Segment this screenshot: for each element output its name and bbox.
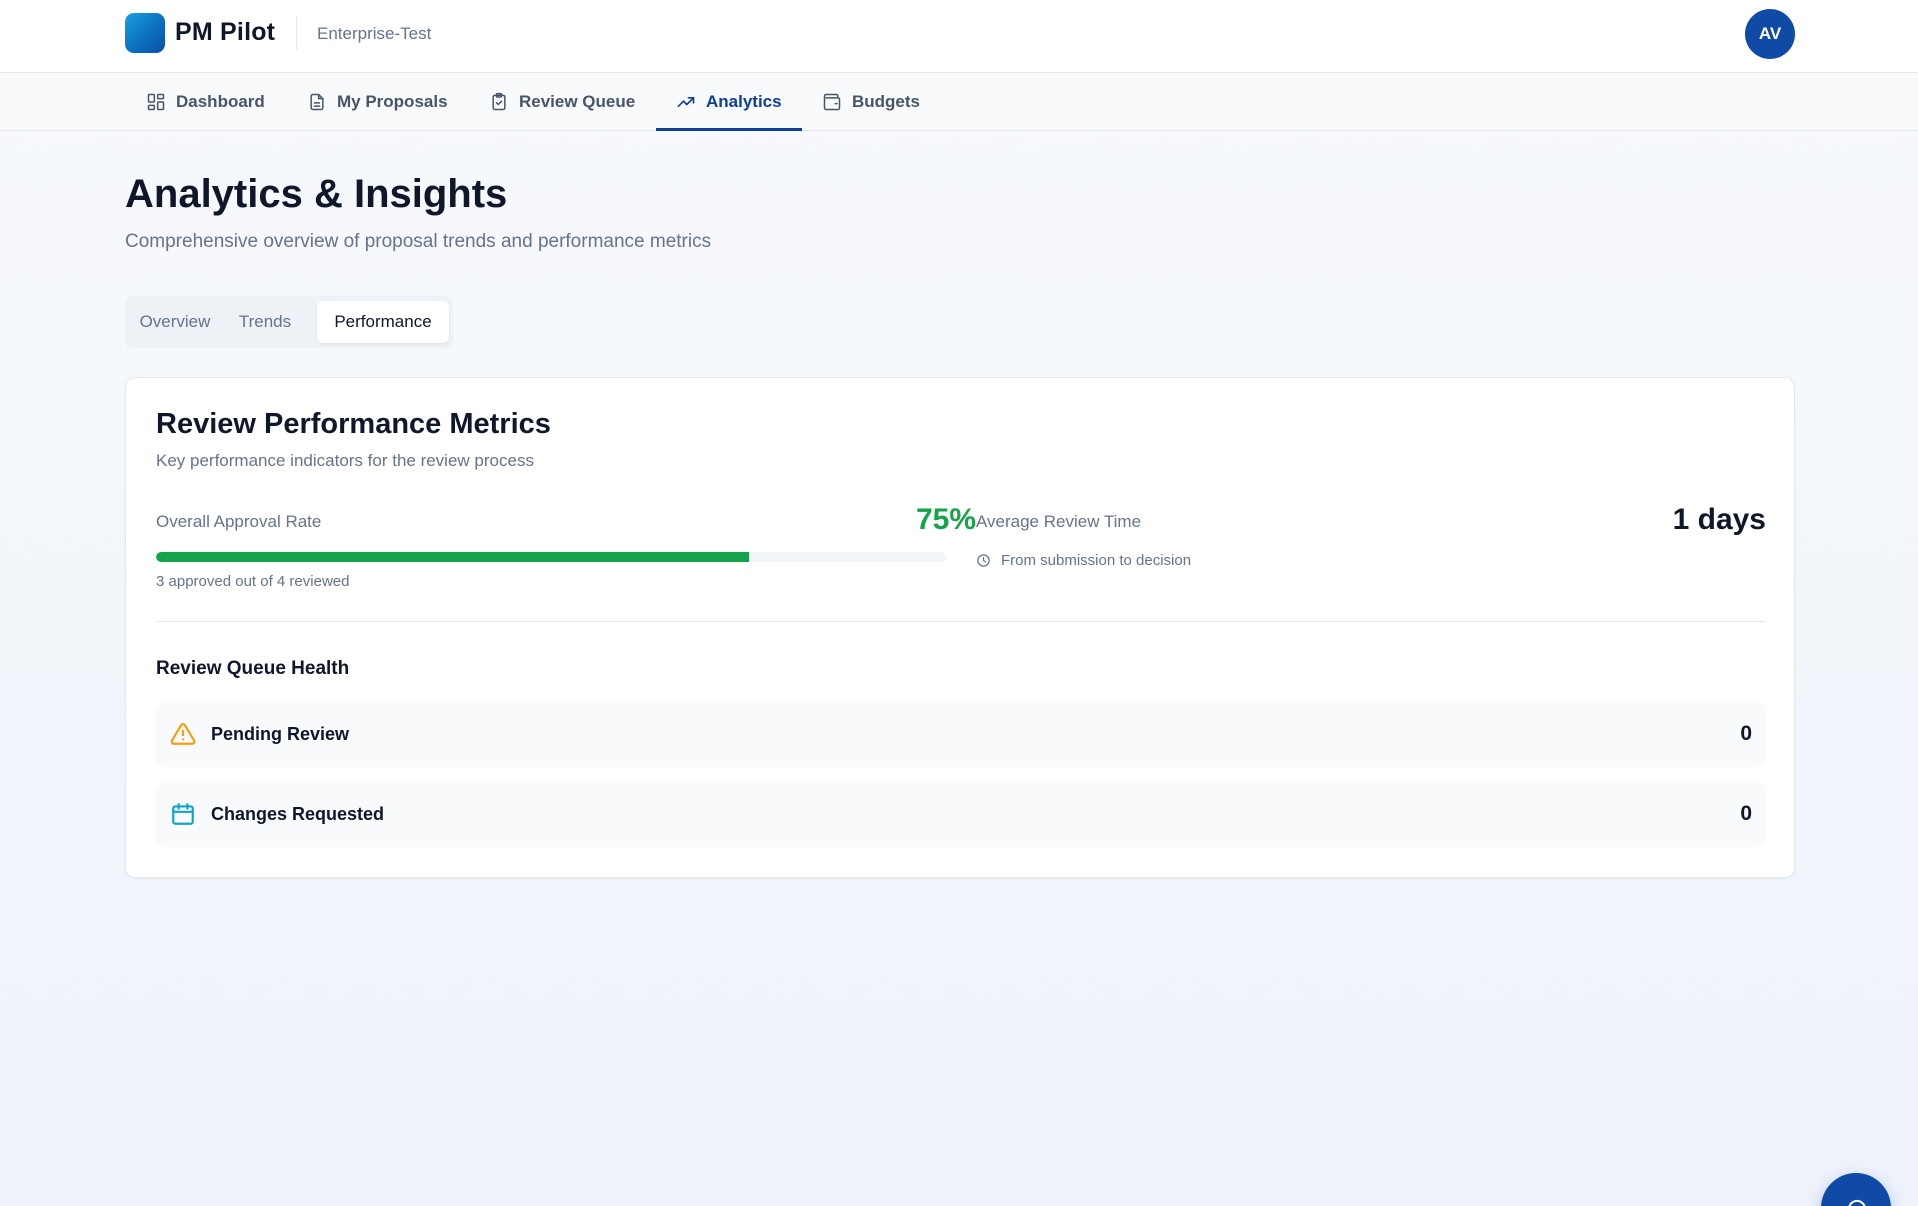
- approval-progress-bar: [156, 552, 946, 562]
- nav-item-review-queue[interactable]: Review Queue: [489, 73, 635, 131]
- performance-card: Review Performance Metrics Key performan…: [125, 377, 1795, 878]
- wallet-icon: [823, 93, 841, 111]
- approval-rate-label: Overall Approval Rate: [156, 512, 322, 531]
- approval-progress-fill: [156, 552, 749, 562]
- card-divider: [156, 621, 1766, 622]
- review-time-note: From submission to decision: [976, 552, 1191, 569]
- chat-fab-button[interactable]: [1821, 1173, 1891, 1206]
- queue-row-pending-review: Pending Review 0: [156, 703, 1766, 767]
- queue-row-count: 0: [1740, 722, 1752, 745]
- nav-item-label: Analytics: [706, 92, 782, 111]
- nav-item-analytics[interactable]: Analytics: [656, 73, 802, 131]
- nav-item-label: Dashboard: [176, 92, 265, 111]
- queue-row-count: 0: [1740, 802, 1752, 825]
- analytics-tabs: Overview Trends Performance: [125, 296, 453, 348]
- app-title[interactable]: PM Pilot: [175, 18, 275, 47]
- nav-item-label: Budgets: [852, 92, 920, 111]
- card-subtitle: Key performance indicators for the revie…: [156, 451, 534, 470]
- clipboard-check-icon: [492, 92, 506, 111]
- nav-item-label: My Proposals: [337, 92, 448, 111]
- review-time-value: 1 days: [1672, 503, 1766, 536]
- approval-note: 3 approved out of 4 reviewed: [156, 573, 350, 590]
- header-divider: [296, 16, 297, 50]
- main-nav: Dashboard My Proposals Review Queue Anal…: [0, 73, 1918, 131]
- queue-row-label: Changes Requested: [211, 804, 385, 824]
- clock-icon: [977, 554, 990, 567]
- nav-item-dashboard[interactable]: Dashboard: [146, 73, 265, 131]
- card-title: Review Performance Metrics: [156, 408, 551, 440]
- alert-triangle-icon: [170, 723, 196, 745]
- trending-up-icon: [677, 97, 695, 107]
- app-logo[interactable]: [125, 13, 165, 53]
- queue-row-changes-requested: Changes Requested 0: [156, 783, 1766, 847]
- tab-performance[interactable]: Performance: [317, 301, 449, 343]
- calendar-icon: [172, 803, 194, 825]
- review-time-label: Average Review Time: [976, 512, 1142, 531]
- tab-trends[interactable]: Trends: [220, 301, 310, 343]
- nav-item-budgets[interactable]: Budgets: [822, 73, 920, 131]
- nav-item-my-proposals[interactable]: My Proposals: [307, 73, 448, 131]
- queue-health-title: Review Queue Health: [156, 658, 350, 679]
- tab-overview[interactable]: Overview: [130, 301, 220, 343]
- page-subtitle: Comprehensive overview of proposal trend…: [125, 231, 712, 252]
- grid-icon: [147, 93, 165, 111]
- approval-rate-value: 75%: [915, 503, 976, 536]
- review-time-note-text: From submission to decision: [1001, 552, 1192, 569]
- chat-icon: [1848, 1199, 1866, 1206]
- user-avatar[interactable]: AV: [1745, 9, 1795, 59]
- document-icon: [310, 93, 324, 111]
- page-title: Analytics & Insights: [125, 172, 508, 216]
- nav-item-label: Review Queue: [519, 92, 636, 111]
- top-header: PM Pilot Enterprise-Test AV: [0, 0, 1918, 73]
- queue-row-label: Pending Review: [211, 724, 350, 744]
- organization-name: Enterprise-Test: [317, 24, 432, 43]
